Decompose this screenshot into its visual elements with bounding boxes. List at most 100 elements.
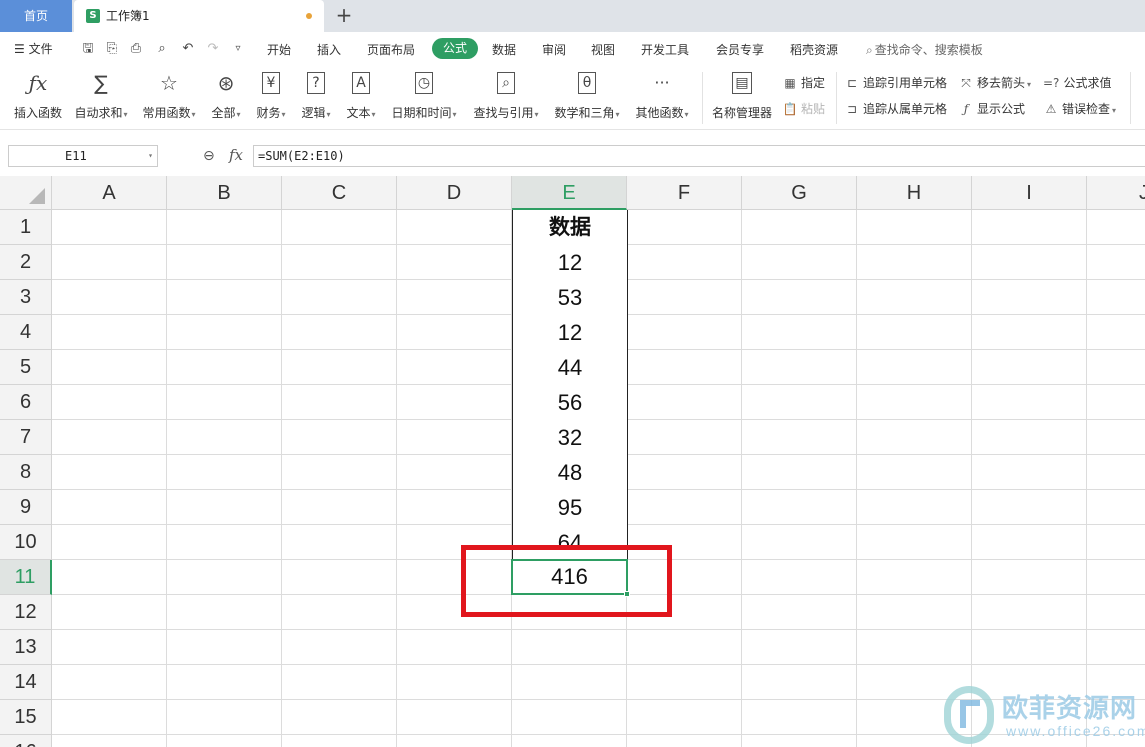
save-icon[interactable]: 🖫 <box>80 41 96 57</box>
column-header[interactable]: E <box>512 176 627 210</box>
grid-cell[interactable] <box>52 385 167 420</box>
grid-cell[interactable] <box>742 630 857 665</box>
undo-icon[interactable]: ↶ <box>180 41 196 57</box>
math-trig-button[interactable]: θ 数学和三角▾ <box>551 70 623 121</box>
grid-cell[interactable] <box>627 420 742 455</box>
grid-cell[interactable] <box>857 560 972 595</box>
grid-cell[interactable] <box>282 455 397 490</box>
grid-cell[interactable] <box>627 385 742 420</box>
grid-cell[interactable] <box>282 245 397 280</box>
grid-cell[interactable] <box>52 525 167 560</box>
grid-cell[interactable] <box>52 735 167 747</box>
grid-cell[interactable] <box>972 560 1087 595</box>
grid-cell[interactable] <box>1087 385 1145 420</box>
row-header[interactable]: 16 <box>0 735 52 747</box>
zoom-search-icon[interactable]: ⊖ <box>203 148 215 164</box>
file-menu[interactable]: ☰ 文件 <box>14 40 53 57</box>
grid-cell[interactable] <box>742 455 857 490</box>
grid-cell[interactable] <box>52 350 167 385</box>
specify-button[interactable]: ▦ 指定 <box>782 74 825 91</box>
grid-cell[interactable] <box>52 315 167 350</box>
grid-cell[interactable] <box>167 595 282 630</box>
grid-cell[interactable] <box>627 490 742 525</box>
grid-cell[interactable] <box>857 315 972 350</box>
grid-cell[interactable] <box>397 490 512 525</box>
grid-cell[interactable] <box>282 385 397 420</box>
lookup-reference-button[interactable]: ⌕ 查找与引用▾ <box>470 70 542 121</box>
grid-cell[interactable] <box>857 595 972 630</box>
grid-cell[interactable] <box>282 350 397 385</box>
grid-cell[interactable] <box>1087 630 1145 665</box>
data-cell[interactable]: 48 <box>512 455 628 491</box>
grid-cell[interactable] <box>282 700 397 735</box>
logical-button[interactable]: ? 逻辑▾ <box>297 70 335 121</box>
text-functions-button[interactable]: A 文本▾ <box>342 70 380 121</box>
grid-cell[interactable] <box>167 665 282 700</box>
grid-cell[interactable] <box>512 630 627 665</box>
grid-cell[interactable] <box>1087 560 1145 595</box>
paste-button[interactable]: 📋 粘贴 <box>782 100 826 117</box>
data-cell[interactable]: 53 <box>512 280 628 316</box>
grid-cell[interactable] <box>52 245 167 280</box>
grid-cell[interactable] <box>1087 595 1145 630</box>
grid-cell[interactable] <box>167 735 282 747</box>
grid-cell[interactable] <box>742 245 857 280</box>
grid-cell[interactable] <box>282 315 397 350</box>
grid-cell[interactable] <box>742 700 857 735</box>
grid-cell[interactable] <box>167 455 282 490</box>
row-header[interactable]: 4 <box>0 315 52 350</box>
grid-cell[interactable] <box>1087 490 1145 525</box>
grid-cell[interactable] <box>397 665 512 700</box>
trace-precedents-button[interactable]: ⊏ 追踪引用单元格 <box>844 74 947 91</box>
grid-cell[interactable] <box>397 210 512 245</box>
grid-cell[interactable] <box>52 210 167 245</box>
grid-cell[interactable] <box>512 700 627 735</box>
grid-cell[interactable] <box>167 420 282 455</box>
grid-cell[interactable] <box>167 315 282 350</box>
grid-cell[interactable] <box>1087 280 1145 315</box>
grid-cell[interactable] <box>742 315 857 350</box>
data-cell[interactable]: 95 <box>512 490 628 526</box>
grid-cell[interactable] <box>627 350 742 385</box>
grid-cell[interactable] <box>627 245 742 280</box>
column-header[interactable]: B <box>167 176 282 210</box>
grid-cell[interactable] <box>282 595 397 630</box>
grid-cell[interactable] <box>52 700 167 735</box>
row-header[interactable]: 14 <box>0 665 52 700</box>
menu-start[interactable]: 开始 <box>267 41 291 58</box>
grid-cell[interactable] <box>742 350 857 385</box>
grid-cell[interactable] <box>167 630 282 665</box>
row-header[interactable]: 1 <box>0 210 52 245</box>
grid-cell[interactable] <box>167 385 282 420</box>
grid-cell[interactable] <box>1087 245 1145 280</box>
formula-input[interactable]: =SUM(E2:E10) <box>253 145 1145 167</box>
date-time-button[interactable]: ◷ 日期和时间▾ <box>388 70 460 121</box>
tab-home[interactable]: 首页 <box>0 0 72 32</box>
column-header[interactable]: D <box>397 176 512 210</box>
grid-cell[interactable] <box>972 280 1087 315</box>
grid-cell[interactable] <box>627 735 742 747</box>
grid-cell[interactable] <box>857 210 972 245</box>
grid-cell[interactable] <box>972 210 1087 245</box>
redo-icon[interactable]: ↷ <box>205 41 221 57</box>
grid-cell[interactable] <box>1087 525 1145 560</box>
grid-cell[interactable] <box>52 280 167 315</box>
grid-cell[interactable] <box>512 735 627 747</box>
grid-cell[interactable] <box>1087 455 1145 490</box>
autosum-button[interactable]: ∑ 自动求和▾ <box>70 70 132 121</box>
grid-cell[interactable] <box>857 350 972 385</box>
grid-cell[interactable] <box>857 455 972 490</box>
grid-cell[interactable] <box>52 455 167 490</box>
data-cell[interactable]: 12 <box>512 315 628 351</box>
grid-cell[interactable] <box>282 210 397 245</box>
row-header[interactable]: 10 <box>0 525 52 560</box>
common-functions-button[interactable]: ☆ 常用函数▾ <box>138 70 200 121</box>
customize-dropdown-icon[interactable]: ▿ <box>230 41 246 57</box>
export-pdf-icon[interactable]: ⎘ <box>104 41 120 57</box>
financial-button[interactable]: ¥ 财务▾ <box>252 70 290 121</box>
column-header[interactable]: A <box>52 176 167 210</box>
grid-cell[interactable] <box>167 280 282 315</box>
grid-cell[interactable] <box>397 350 512 385</box>
grid-cell[interactable] <box>857 420 972 455</box>
grid-cell[interactable] <box>167 525 282 560</box>
